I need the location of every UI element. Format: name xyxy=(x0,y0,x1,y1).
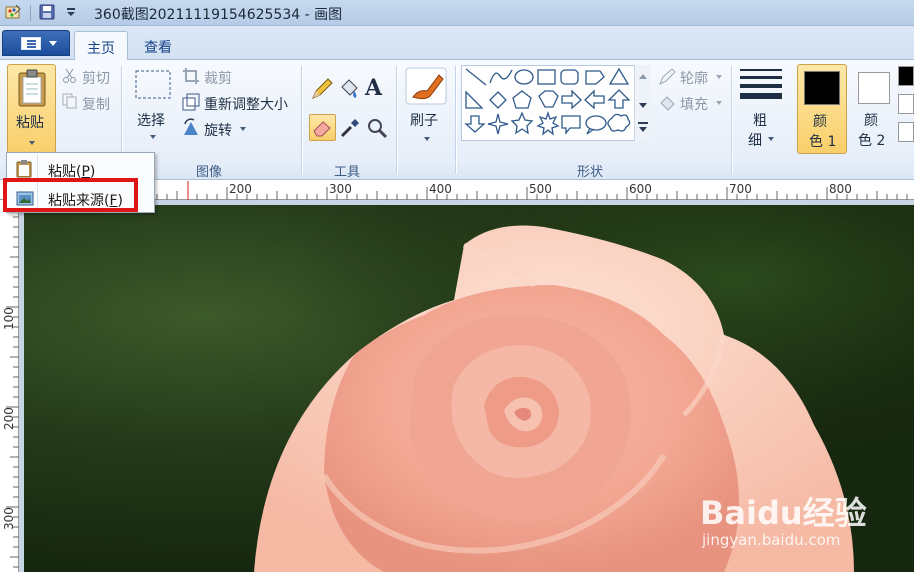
fill-bucket-icon[interactable] xyxy=(337,77,361,105)
ruler-label: 300 xyxy=(2,507,16,530)
color-2-label-line1: 颜 xyxy=(864,113,878,129)
select-button[interactable]: 选择 xyxy=(137,110,165,130)
image-group-label: 图像 xyxy=(196,165,223,180)
rotate-icon xyxy=(182,118,200,140)
color-1-swatch xyxy=(804,71,840,105)
group-separator xyxy=(396,66,397,174)
color-1-label-line1: 颜 xyxy=(813,114,827,130)
ruler-label: 200 xyxy=(229,182,252,196)
vertical-ruler: 100 200 300 xyxy=(0,200,19,572)
outline-dropdown-arrow[interactable] xyxy=(716,75,722,79)
ruler-label: 500 xyxy=(529,182,552,196)
tab-view[interactable]: 查看 xyxy=(132,31,184,60)
tools-group-label: 工具 xyxy=(334,165,361,180)
shape-icons[interactable] xyxy=(462,66,634,140)
customize-quick-access-icon[interactable] xyxy=(62,3,80,21)
shapes-gallery-scrollbar[interactable] xyxy=(634,65,651,141)
color-2-swatch xyxy=(858,72,890,104)
color-2-button[interactable]: 颜 色 2 xyxy=(850,64,898,154)
palette-swatch[interactable] xyxy=(898,66,914,86)
color-palette[interactable] xyxy=(898,64,914,154)
watermark-url: jingyan.baidu.com xyxy=(702,531,841,549)
outline-icon xyxy=(658,68,676,90)
tab-home[interactable]: 主页 xyxy=(74,31,128,61)
paste-dropdown-arrow xyxy=(29,141,35,145)
clipboard-icon xyxy=(17,69,47,111)
color-picker-icon[interactable] xyxy=(339,117,361,143)
annotation-highlight-box xyxy=(3,178,138,212)
paste-button[interactable]: 粘贴 xyxy=(7,64,56,154)
select-dropdown-arrow[interactable] xyxy=(150,135,156,139)
ribbon-tab-row: 主页 查看 xyxy=(0,26,914,61)
pencil-icon[interactable] xyxy=(310,77,334,105)
chevron-down-icon xyxy=(49,41,57,46)
eraser-button[interactable] xyxy=(309,114,336,141)
size-label-line2[interactable]: 细 xyxy=(748,130,762,150)
palette-swatch[interactable] xyxy=(898,94,914,114)
quick-access-separator xyxy=(30,5,31,21)
ruler-label: 300 xyxy=(329,182,352,196)
size-label-line1[interactable]: 粗 xyxy=(753,110,767,130)
paint-app-icon[interactable] xyxy=(4,3,22,21)
ruler-label: 600 xyxy=(629,182,652,196)
window-title: 360截图20211119154625534 - 画图 xyxy=(94,7,343,23)
size-dropdown-arrow[interactable] xyxy=(768,137,774,141)
ruler-label: 400 xyxy=(429,182,452,196)
title-bar: 360截图20211119154625534 - 画图 xyxy=(0,0,914,26)
color-2-label-line2: 色 2 xyxy=(858,133,886,149)
outline-button[interactable]: 轮廓 xyxy=(680,68,708,88)
menu-document-icon xyxy=(21,37,41,50)
brush-icon xyxy=(405,67,447,109)
color-1-label-line2: 色 1 xyxy=(809,134,837,150)
brushes-button[interactable]: 刷子 xyxy=(410,110,438,130)
cut-button[interactable]: 剪切 xyxy=(82,68,110,88)
line-size-icon xyxy=(740,68,782,106)
shapes-group-label: 形状 xyxy=(577,165,604,180)
resize-icon xyxy=(182,93,200,115)
ruler-label: 100 xyxy=(2,307,16,330)
ruler-label: 200 xyxy=(2,407,16,430)
rotate-dropdown-arrow[interactable] xyxy=(240,127,246,131)
group-separator xyxy=(455,66,456,174)
paste-label: 粘贴 xyxy=(16,115,44,131)
ruler-label: 700 xyxy=(729,182,752,196)
shapes-gallery[interactable] xyxy=(461,65,651,141)
fill-button[interactable]: 填充 xyxy=(680,94,708,114)
application-menu-button[interactable] xyxy=(2,30,70,56)
palette-swatch[interactable] xyxy=(898,122,914,142)
resize-button[interactable]: 重新调整大小 xyxy=(204,94,288,114)
fill-icon xyxy=(658,94,676,116)
select-rectangle-icon xyxy=(135,70,171,104)
color-1-button[interactable]: 颜 色 1 xyxy=(797,64,847,154)
crop-icon xyxy=(182,67,200,89)
group-separator xyxy=(731,66,732,174)
baidu-jingyan-watermark: Baidu经验 jingyan.baidu.com xyxy=(700,488,880,558)
copy-icon xyxy=(62,93,78,113)
copy-button[interactable]: 复制 xyxy=(82,94,110,114)
save-icon[interactable] xyxy=(38,3,56,21)
rotate-button[interactable]: 旋转 xyxy=(204,120,232,140)
brushes-dropdown-arrow[interactable] xyxy=(424,137,430,141)
watermark-brand: Baidu经验 xyxy=(700,494,867,532)
crop-button[interactable]: 裁剪 xyxy=(204,68,232,88)
scissors-icon xyxy=(62,68,78,88)
group-separator xyxy=(301,66,302,174)
magnifier-icon[interactable] xyxy=(366,117,388,143)
text-tool-icon[interactable]: A xyxy=(365,75,382,101)
ruler-label: 800 xyxy=(829,182,852,196)
fill-dropdown-arrow[interactable] xyxy=(716,101,722,105)
